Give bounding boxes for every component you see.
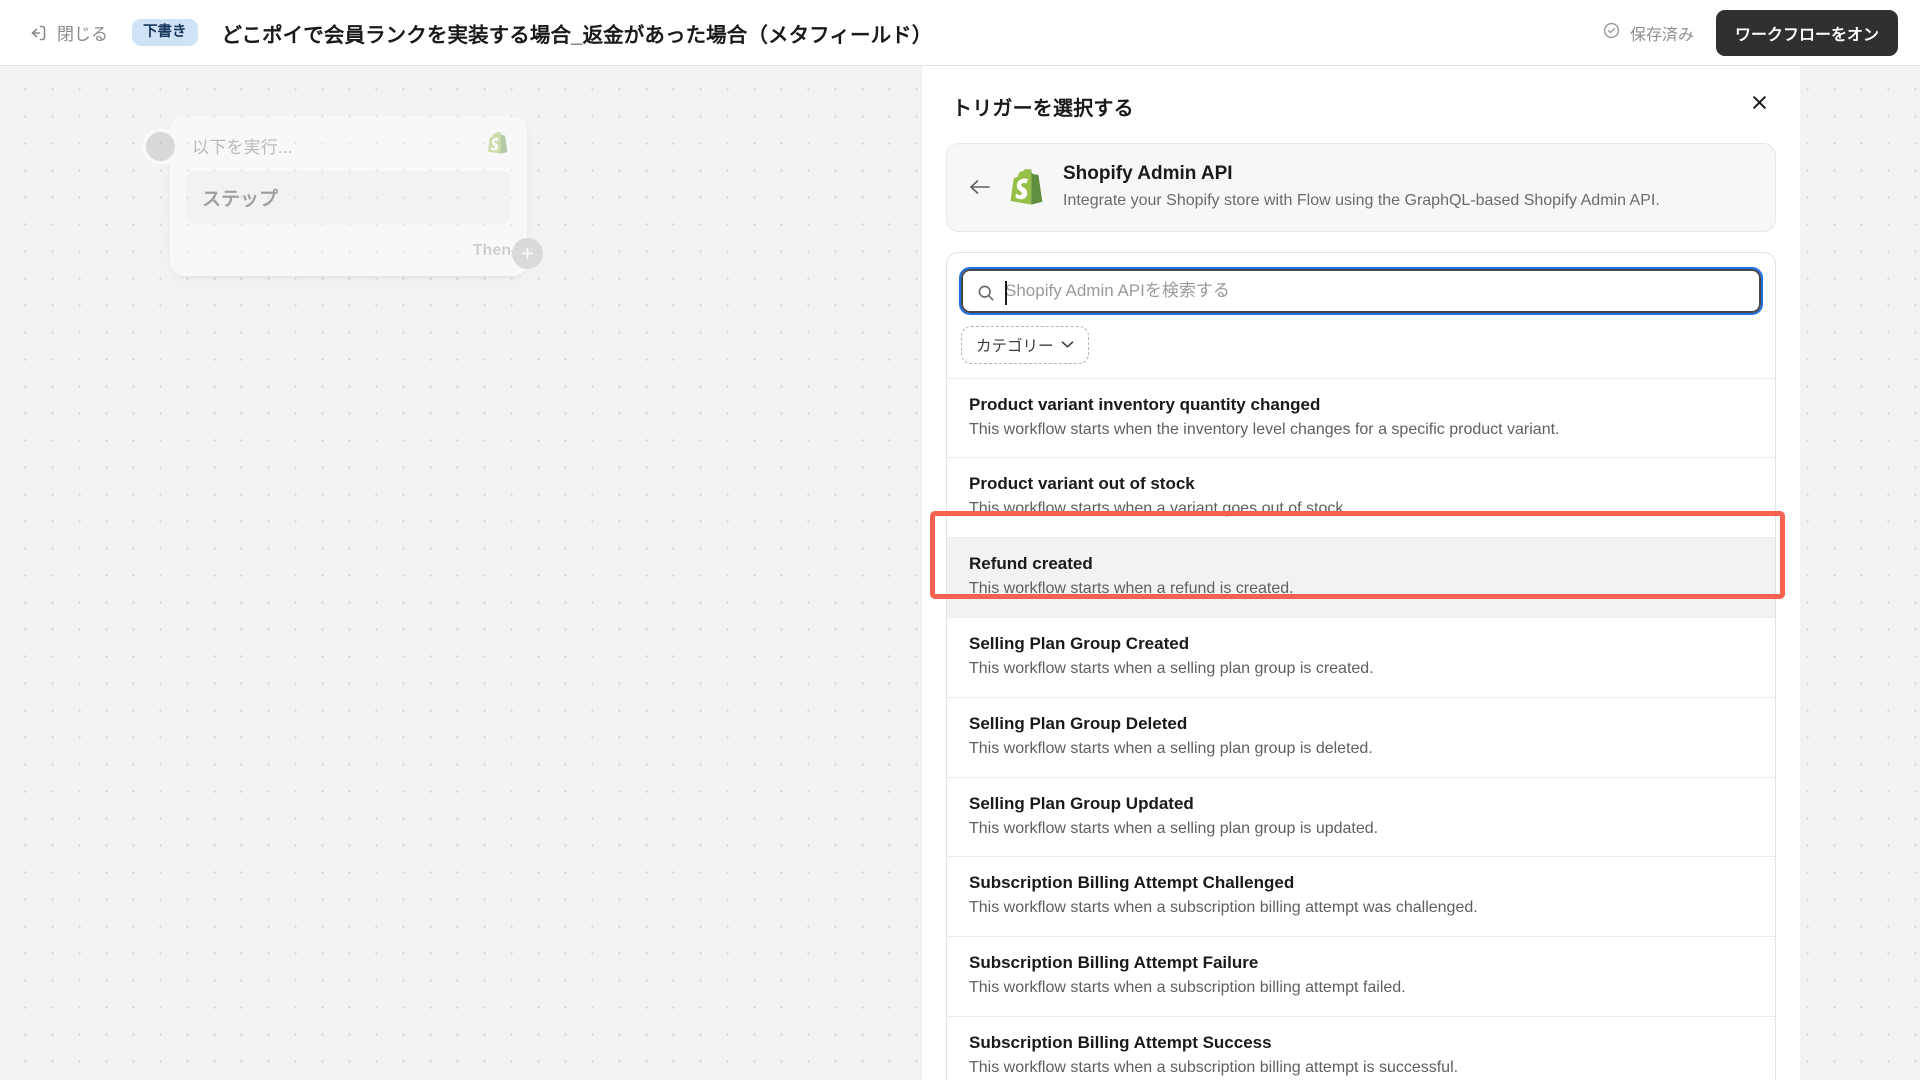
trigger-item-name: Selling Plan Group Deleted [969,713,1188,733]
check-circle-icon [1602,21,1621,45]
trigger-item-name: Refund created [969,554,1093,574]
search-section: カテゴリー [946,251,1776,378]
saved-status: 保存済み [1602,21,1694,45]
plus-icon[interactable]: + [512,238,543,269]
trigger-item-name: Selling Plan Group Updated [969,793,1194,813]
arrow-left-icon[interactable] [969,178,991,196]
trigger-item-description: This workflow starts when a variant goes… [969,500,1348,518]
category-filter-label: カテゴリー [976,337,1054,355]
shopify-bag-icon [1009,167,1045,207]
trigger-card-footer: Then + [170,224,543,276]
search-field-wrapper[interactable] [959,266,1763,315]
api-description: Integrate your Shopify store with Flow u… [1063,192,1660,209]
turn-on-workflow-button[interactable]: ワークフローをオン [1715,9,1898,56]
trigger-item-description: This workflow starts when a refund is cr… [969,580,1294,598]
trigger-list-item[interactable]: Product variant out of stock This workflo… [947,458,1775,539]
category-filter-button[interactable]: カテゴリー [961,325,1089,364]
then-label: Then [472,242,511,259]
trigger-item-name: Subscription Billing Attempt Success [969,1032,1272,1052]
flow-step-label[interactable]: ステップ [186,171,511,224]
trigger-list-item[interactable]: Subscription Billing Attempt Challenged T… [947,857,1775,938]
close-workflow-button[interactable]: 閉じる [22,16,114,49]
api-name: Shopify Admin API [1063,163,1233,184]
close-icon[interactable] [1749,92,1770,113]
trigger-item-description: This workflow starts when a subscription… [969,979,1406,997]
top-bar: 閉じる 下書き どこポイで会員ランクを実装する場合_返金があった場合（メタフィー… [0,0,1920,66]
trigger-item-description: This workflow starts when a selling plan… [969,819,1379,837]
trigger-list[interactable]: Product variant inventory quantity chang… [946,377,1776,1080]
trigger-item-description: This workflow starts when the inventory … [969,420,1560,438]
trigger-item-name: Subscription Billing Attempt Failure [969,953,1259,973]
trigger-item-name: Product variant inventory quantity chang… [969,394,1321,414]
trigger-list-item[interactable]: Product variant inventory quantity chang… [947,377,1775,459]
trigger-item-description: This workflow starts when a selling plan… [969,659,1374,677]
trigger-card[interactable]: 以下を実行... ステップ Then + [142,116,543,276]
chevron-down-icon [1061,336,1074,354]
search-icon [977,284,995,302]
close-workflow-label: 閉じる [57,25,108,44]
shopify-bag-icon [487,131,509,160]
trigger-list-item[interactable]: Subscription Billing Attempt Success This… [947,1017,1775,1080]
trigger-card-label: 以下を実行... [192,138,293,157]
trigger-item-description: This workflow starts when a subscription… [969,1058,1459,1076]
trigger-card-header: 以下を実行... [170,116,527,169]
trigger-list-item[interactable]: Subscription Billing Attempt Failure This… [947,937,1775,1017]
api-card-text: Shopify Admin API Integrate your Shopify… [1063,163,1660,212]
selected-api-card[interactable]: Shopify Admin API Integrate your Shopify… [946,143,1776,232]
panel-header: トリガーを選択する [922,66,1800,121]
trigger-item-name: Selling Plan Group Created [969,633,1190,653]
trigger-item-name: Product variant out of stock [969,474,1195,494]
text-caret [1005,280,1007,305]
trigger-item-name: Subscription Billing Attempt Challenged [969,873,1295,893]
select-trigger-panel: トリガーを選択する Shopify Admin API Integrate yo… [922,66,1800,1080]
trigger-list-item[interactable]: Selling Plan Group Deleted This workflow … [947,698,1775,778]
filter-row: カテゴリー [961,325,1761,364]
saved-status-label: 保存済み [1629,26,1694,44]
trigger-list-item[interactable]: Refund created This workflow starts when … [947,538,1775,618]
trigger-item-description: This workflow starts when a subscription… [969,899,1478,917]
trigger-list-item[interactable]: Selling Plan Group Updated This workflow … [947,778,1775,858]
search-input[interactable] [963,270,1759,311]
top-bar-actions: 保存済み ワークフローをオン [1602,9,1898,56]
panel-title: トリガーを選択する [952,98,1134,120]
trigger-list-item[interactable]: Selling Plan Group Created This workflow … [947,618,1775,698]
status-badge: 下書き [132,19,198,46]
page-title: どこポイで会員ランクを実装する場合_返金があった場合（メタフィールド） [221,23,933,47]
exit-arrow-icon [28,23,48,43]
trigger-item-description: This workflow starts when a selling plan… [969,739,1373,757]
